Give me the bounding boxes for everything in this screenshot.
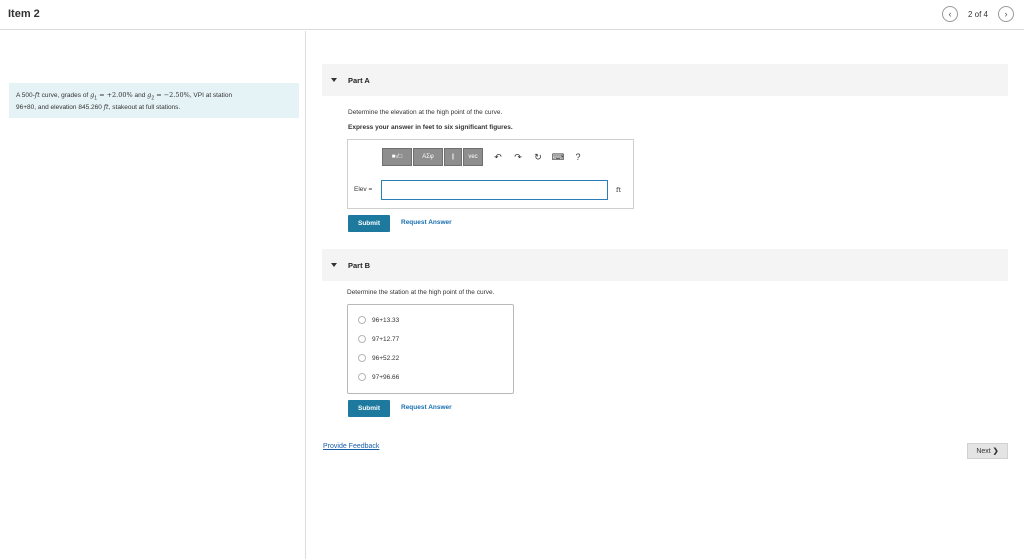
help-icon[interactable]: ? <box>568 152 588 162</box>
problem-g1-val: = +2.00% <box>97 91 133 99</box>
template-button[interactable]: ■√□ <box>382 148 412 166</box>
radio-button[interactable] <box>358 335 366 343</box>
next-button[interactable]: Next ❯ <box>967 443 1008 459</box>
part-a-header[interactable]: Part A <box>322 64 1008 96</box>
pager: ‹ 2 of 4 › <box>941 6 1014 22</box>
unit-label: ft <box>616 186 622 194</box>
problem-text-2: curve, grades of <box>39 92 91 99</box>
problem-g2-val: = −2.50% <box>154 91 190 99</box>
reset-icon[interactable]: ↻ <box>528 152 548 163</box>
keyboard-icon[interactable]: ⌨ <box>548 152 568 163</box>
part-a-question: Determine the elevation at the high poin… <box>348 109 503 116</box>
problem-statement: A 500-ft curve, grades of g1 = +2.00% an… <box>9 83 299 118</box>
option-label: 96+52.22 <box>372 354 400 362</box>
vec-icon: vec <box>468 154 478 160</box>
part-b-header[interactable]: Part B <box>322 249 1008 281</box>
elev-input[interactable] <box>381 180 608 200</box>
chevron-left-icon: ‹ <box>948 9 952 19</box>
radio-button[interactable] <box>358 373 366 381</box>
option-label: 97+96.66 <box>372 373 400 381</box>
undo-icon[interactable]: ↶ <box>488 152 508 163</box>
radio-button[interactable] <box>358 354 366 362</box>
provide-feedback-link[interactable]: Provide Feedback <box>323 443 379 450</box>
chevron-right-icon: › <box>1004 9 1008 19</box>
option-4[interactable]: 97+96.66 <box>358 373 399 381</box>
greek-symbols-button[interactable]: ΑΣφ <box>413 148 443 166</box>
prev-item-button[interactable]: ‹ <box>941 6 958 22</box>
option-label: 97+12.77 <box>372 335 400 343</box>
part-a-submit-button[interactable]: Submit <box>348 215 390 232</box>
problem-pane: A 500-ft curve, grades of g1 = +2.00% an… <box>0 31 306 559</box>
pager-text: 2 of 4 <box>967 9 988 19</box>
part-a-request-answer-link[interactable]: Request Answer <box>401 219 452 226</box>
caret-down-icon <box>331 263 337 267</box>
template-icon: ■√□ <box>391 154 403 160</box>
matrix-icon: || <box>451 154 455 160</box>
option-1[interactable]: 96+13.33 <box>358 316 399 324</box>
elev-label: Elev = <box>354 186 373 193</box>
radio-button[interactable] <box>358 316 366 324</box>
math-toolbar: ■√□ ΑΣφ || vec ↶ ↷ ↻ ⌨ ? <box>382 148 588 166</box>
problem-text-6: , stakeout at full stations. <box>108 104 181 112</box>
matrix-button[interactable]: || <box>444 148 462 166</box>
problem-text-5: 96+80, and elevation 845.260 <box>16 104 104 112</box>
next-item-button[interactable]: › <box>998 6 1014 22</box>
options-box: 96+13.33 97+12.77 96+52.22 97+96.66 <box>347 304 514 394</box>
caret-down-icon <box>331 78 337 82</box>
option-2[interactable]: 97+12.77 <box>358 335 399 343</box>
chevron-right-icon: ❯ <box>992 448 999 455</box>
problem-text-3: and <box>132 92 148 99</box>
problem-text-1: A 500- <box>16 92 35 99</box>
part-a-instruction: Express your answer in feet to six signi… <box>348 124 513 131</box>
part-a-label: Part A <box>348 75 370 85</box>
greek-icon: ΑΣφ <box>422 154 434 160</box>
top-bar: Item 2 ‹ 2 of 4 › <box>0 0 1024 30</box>
part-b-submit-button[interactable]: Submit <box>348 400 390 417</box>
redo-icon[interactable]: ↷ <box>508 152 528 163</box>
item-title: Item 2 <box>8 8 40 20</box>
option-3[interactable]: 96+52.22 <box>358 354 399 362</box>
vector-button[interactable]: vec <box>463 148 483 166</box>
part-b-label: Part B <box>348 260 371 270</box>
next-label: Next <box>976 447 991 455</box>
part-b-request-answer-link[interactable]: Request Answer <box>401 404 452 411</box>
problem-text-4: , VPI at station <box>189 92 233 99</box>
part-b-question: Determine the station at the high point … <box>347 289 495 296</box>
option-label: 96+13.33 <box>372 316 400 324</box>
